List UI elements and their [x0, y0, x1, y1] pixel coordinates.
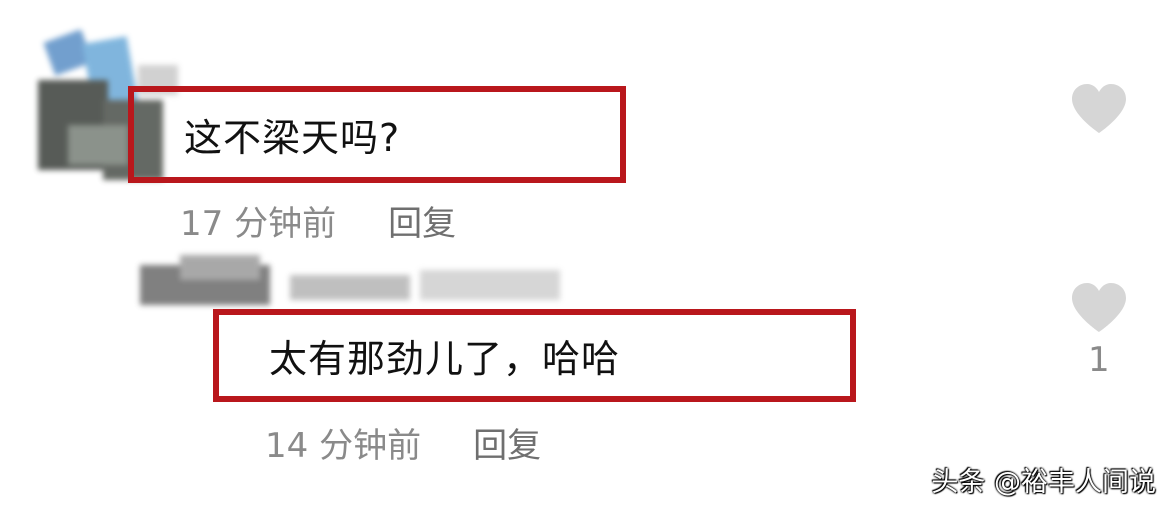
avatar[interactable]: [140, 255, 560, 315]
like-count: 1: [1088, 340, 1110, 380]
comment-1-timestamp: 17 分钟前: [180, 204, 337, 244]
comment-1-reply-button[interactable]: 回复: [388, 196, 456, 245]
comment-1-text: 这不梁天吗?: [184, 116, 401, 160]
comment-2-meta: 14 分钟前 回复: [265, 418, 541, 467]
comment-2-reply-button[interactable]: 回复: [473, 418, 541, 467]
watermark: 头条 @裕丰人间说: [931, 467, 1156, 498]
comment-1-highlight: 这不梁天吗?: [128, 86, 626, 183]
comment-2-highlight: 太有那劲儿了，哈哈: [213, 309, 856, 402]
heart-icon[interactable]: [1070, 282, 1128, 334]
comment-1-meta: 17 分钟前 回复: [180, 196, 456, 245]
heart-icon[interactable]: [1070, 83, 1128, 135]
comment-2-text: 太有那劲儿了，哈哈: [269, 337, 621, 381]
comment-2-timestamp: 14 分钟前: [265, 426, 422, 466]
avatar-image: [140, 255, 560, 305]
